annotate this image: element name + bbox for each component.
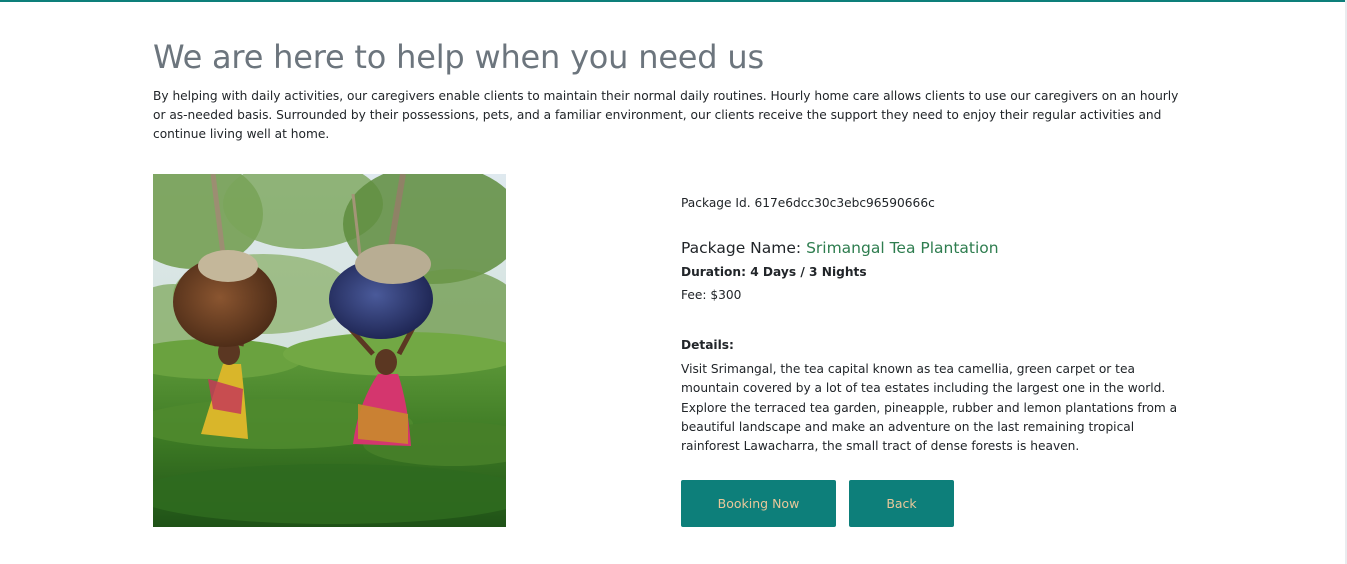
package-id: Package Id. 617e6dcc30c3ebc96590666c — [681, 196, 935, 210]
details-label: Details: — [681, 338, 734, 352]
package-id-value: 617e6dcc30c3ebc96590666c — [754, 196, 935, 210]
intro-paragraph: By helping with daily activities, our ca… — [153, 89, 1179, 141]
package-name-label: Package Name: — [681, 239, 802, 257]
details-text: Visit Srimangal, the tea capital known a… — [681, 362, 1178, 454]
back-button[interactable]: Back — [849, 480, 954, 527]
package-fee: Fee: $300 — [681, 288, 742, 302]
package-duration: Duration: 4 Days / 3 Nights — [681, 265, 867, 279]
package-id-label: Package Id. — [681, 196, 751, 210]
page-title: We are here to help when you need us — [153, 38, 764, 76]
package-photo — [153, 174, 506, 527]
booking-now-button[interactable]: Booking Now — [681, 480, 836, 527]
package-detail-page: We are here to help when you need us By … — [0, 0, 1347, 564]
package-name: Package Name: Srimangal Tea Plantation — [681, 239, 999, 257]
package-name-value: Srimangal Tea Plantation — [806, 239, 999, 257]
